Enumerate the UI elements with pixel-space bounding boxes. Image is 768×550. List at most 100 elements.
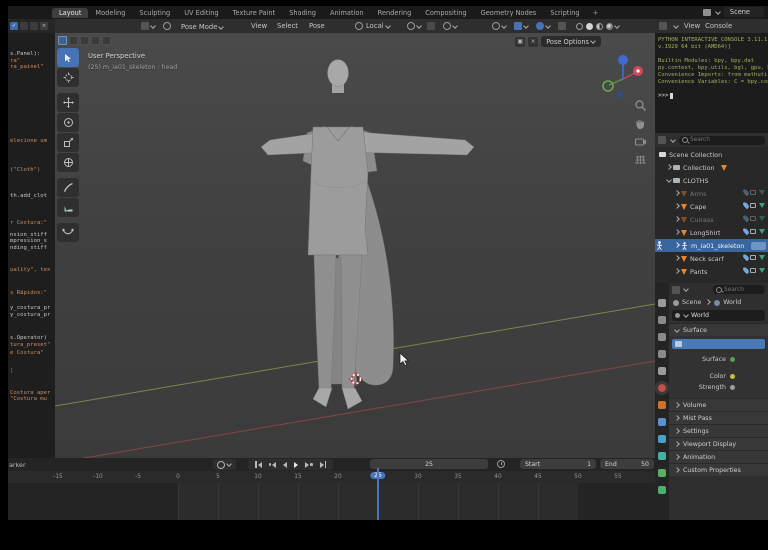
close-toggle-icon[interactable]: × (528, 37, 538, 47)
workspace-tab-shading[interactable]: Shading (282, 8, 323, 18)
frame-start-field[interactable]: Start1 (520, 459, 596, 469)
background-node-selector[interactable] (672, 339, 765, 349)
tool-cursor[interactable] (57, 68, 79, 87)
timeline-tracks[interactable] (8, 483, 655, 520)
outliner-search-input[interactable]: Search (679, 136, 765, 145)
workspace-tab-animation[interactable]: Animation (323, 8, 371, 18)
breadcrumb-world[interactable]: World (723, 299, 741, 306)
workspace-tab-scripting[interactable]: Scripting (543, 8, 586, 18)
tool-measure[interactable] (57, 198, 79, 217)
editor-type-icon[interactable] (659, 22, 667, 30)
pan-hand-icon[interactable] (634, 117, 647, 130)
tab-constraints-icon[interactable] (658, 469, 666, 477)
play-button[interactable] (291, 462, 301, 468)
tab-object-data-icon[interactable] (658, 486, 666, 494)
marker-menu[interactable]: arker (9, 461, 26, 469)
outliner-row-neck-scarf[interactable]: Neck scarf (655, 252, 768, 265)
socket-shader-icon[interactable] (730, 357, 735, 362)
console-menu-console[interactable]: Console (705, 22, 732, 30)
new-text-icon[interactable] (20, 22, 28, 30)
camera-view-icon[interactable] (634, 135, 647, 148)
tab-particles-icon[interactable] (658, 435, 666, 443)
workspace-tab-geometry-nodes[interactable]: Geometry Nodes (474, 8, 544, 18)
tab-modifiers-icon[interactable] (658, 418, 666, 426)
pose-options-button[interactable]: Pose Options (541, 36, 601, 47)
tab-output-icon[interactable] (658, 333, 666, 341)
tool-scale[interactable] (57, 133, 79, 152)
prev-keyframe-button[interactable] (266, 462, 280, 468)
pivot-point-selector[interactable] (407, 19, 422, 33)
tab-object-icon[interactable] (658, 401, 666, 409)
clock-icon[interactable] (497, 460, 505, 468)
workspace-tab-uv-editing[interactable]: UV Editing (177, 8, 225, 18)
next-keyframe-button[interactable] (302, 462, 316, 468)
overlays-toggle[interactable] (536, 19, 551, 33)
tool-option-icon[interactable] (69, 36, 78, 45)
workspace-tab-texture-paint[interactable]: Texture Paint (226, 8, 283, 18)
auto-keying-toggle[interactable] (213, 459, 236, 470)
grid-toggle-icon[interactable]: ▣ (515, 37, 525, 47)
workspace-tab-modeling[interactable]: Modeling (88, 8, 132, 18)
tool-option-icon[interactable] (80, 36, 89, 45)
shading-modes[interactable] (573, 19, 620, 33)
outliner-row-cloths[interactable]: CLOTHS (655, 174, 768, 187)
tool-annotate[interactable] (57, 178, 79, 197)
panel-volume[interactable]: Volume (669, 398, 768, 411)
outliner-row-longshirt[interactable]: LongShirt (655, 226, 768, 239)
tool-option-icon[interactable] (102, 36, 111, 45)
outliner-row-arms[interactable]: Arms (655, 187, 768, 200)
scene-selector[interactable]: Scene (724, 7, 764, 17)
menu-pose[interactable]: Pose (309, 19, 325, 33)
navigation-gizmo[interactable] (601, 52, 645, 104)
current-frame-field[interactable]: 25 (370, 459, 488, 469)
mode-selector[interactable]: Pose Mode (177, 21, 228, 34)
panel-mist-pass[interactable]: Mist Pass (669, 411, 768, 424)
tab-tool-icon[interactable] (658, 299, 666, 307)
playhead[interactable] (377, 468, 379, 520)
tab-scene-icon[interactable] (658, 367, 666, 375)
filter-icon[interactable] (658, 136, 666, 144)
tab-render-icon[interactable] (658, 316, 666, 324)
panel-surface-header[interactable]: Surface (669, 323, 768, 336)
workspace-tab-layout[interactable]: Layout (52, 8, 88, 18)
properties-search-input[interactable]: Search (713, 285, 765, 294)
workspace-tab-compositing[interactable]: Compositing (418, 8, 473, 18)
editor-type-icon[interactable] (672, 286, 680, 294)
tab-world-icon[interactable] (658, 384, 666, 392)
outliner-row-scene-collection[interactable]: Scene Collection (655, 148, 768, 161)
play-reverse-button[interactable] (280, 462, 290, 468)
zoom-icon[interactable] (634, 99, 647, 112)
python-console[interactable]: PYTHON INTERACTIVE CONSOLE 3.11.11 v.192… (655, 33, 768, 133)
xray-toggle[interactable] (558, 19, 566, 33)
gizmos-toggle[interactable] (514, 19, 529, 33)
timeline-ruler[interactable]: -15 -10 -5 0 5 10 15 20 25 30 35 40 45 5… (8, 471, 655, 483)
panel-animation[interactable]: Animation (669, 450, 768, 463)
console-prompt[interactable]: >>> (658, 93, 768, 99)
panel-viewport-display[interactable]: Viewport Display (669, 437, 768, 450)
socket-value-icon[interactable] (730, 385, 735, 390)
add-workspace-button[interactable]: + (587, 9, 605, 17)
socket-color-icon[interactable] (730, 374, 735, 379)
proportional-editing-selector[interactable] (443, 19, 458, 33)
close-icon[interactable]: × (40, 22, 48, 30)
tool-move[interactable] (57, 93, 79, 112)
menu-select[interactable]: Select (277, 19, 298, 33)
outliner-row-skeleton-selected[interactable]: m_ia01_skeleton (655, 239, 768, 252)
text-checkmark-icon[interactable]: ✓ (10, 22, 18, 30)
snap-magnet-icon[interactable] (427, 19, 435, 33)
tool-option-icon[interactable] (58, 36, 67, 45)
outliner-row-cuirass[interactable]: Cuirass (655, 213, 768, 226)
tab-view-layer-icon[interactable] (658, 350, 666, 358)
panel-settings[interactable]: Settings (669, 424, 768, 437)
frame-end-field[interactable]: End50 (600, 459, 654, 469)
jump-to-end-button[interactable] (317, 461, 330, 468)
ortho-grid-icon[interactable] (634, 153, 647, 166)
tool-rotate[interactable] (57, 113, 79, 132)
world-datablock-selector[interactable]: World (672, 310, 765, 321)
tool-select-box[interactable] (57, 48, 79, 67)
transform-orientation-selector[interactable]: Local (355, 19, 391, 33)
show-object-types-button[interactable] (492, 19, 507, 33)
breadcrumb-scene[interactable]: Scene (682, 299, 701, 306)
jump-to-start-button[interactable] (252, 461, 265, 468)
open-folder-icon[interactable] (30, 22, 38, 30)
